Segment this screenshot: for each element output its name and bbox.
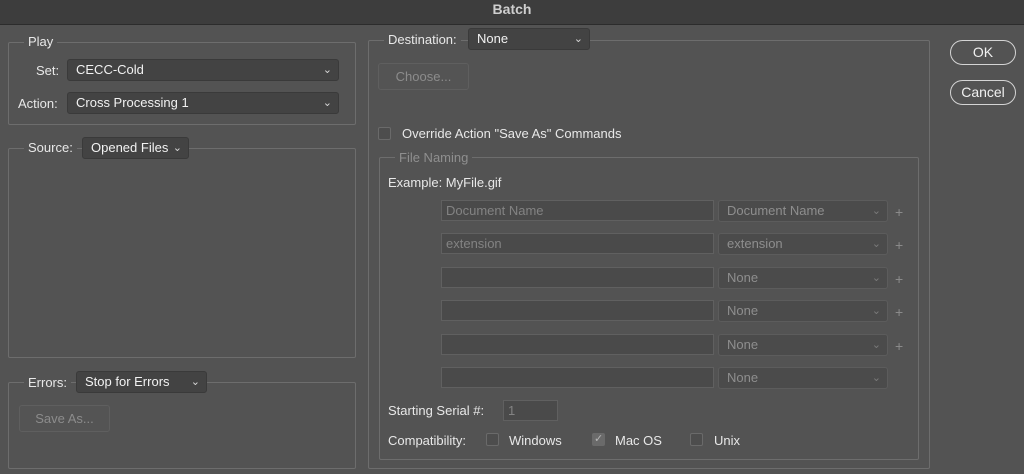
- ok-button[interactable]: OK: [950, 40, 1016, 65]
- plus-icon[interactable]: +: [895, 305, 903, 319]
- plus-icon[interactable]: +: [895, 339, 903, 353]
- chevron-down-icon: ⌄: [871, 372, 881, 384]
- play-legend: Play: [24, 34, 58, 49]
- naming-select-2-value: extension: [727, 236, 783, 251]
- naming-field-5[interactable]: [441, 334, 714, 355]
- save-as-button[interactable]: Save As...: [19, 405, 110, 432]
- destination-dropdown[interactable]: None ⌄: [468, 28, 590, 50]
- action-label: Action:: [18, 96, 58, 111]
- windows-label: Windows: [509, 433, 562, 448]
- set-label: Set:: [36, 63, 60, 78]
- compatibility-label: Compatibility:: [388, 433, 467, 448]
- macos-checkbox[interactable]: [592, 432, 605, 446]
- naming-field-6[interactable]: [441, 367, 714, 388]
- set-dropdown[interactable]: CECC-Cold ⌄: [67, 59, 339, 81]
- chevron-down-icon: ⌄: [322, 64, 332, 76]
- macos-label: Mac OS: [615, 433, 662, 448]
- serial-input[interactable]: 1: [503, 400, 558, 421]
- naming-select-4[interactable]: None ⌄: [718, 300, 888, 322]
- action-dropdown-value: Cross Processing 1: [76, 95, 189, 110]
- choose-button[interactable]: Choose...: [378, 63, 469, 90]
- chevron-down-icon: ⌄: [322, 97, 332, 109]
- plus-icon[interactable]: +: [895, 238, 903, 252]
- chevron-down-icon: ⌄: [871, 238, 881, 250]
- naming-field-2[interactable]: extension: [441, 233, 714, 254]
- source-dropdown-value: Opened Files: [91, 140, 169, 155]
- unix-label: Unix: [714, 433, 741, 448]
- window-title: Batch: [492, 1, 532, 17]
- source-label: Source:: [24, 140, 77, 155]
- naming-select-6-value: None: [727, 370, 759, 385]
- naming-select-5-value: None: [727, 337, 759, 352]
- chevron-down-icon: ⌄: [871, 272, 881, 284]
- naming-select-3-value: None: [727, 270, 759, 285]
- naming-select-6[interactable]: None ⌄: [718, 367, 888, 389]
- errors-label: Errors:: [24, 375, 71, 390]
- chevron-down-icon: ⌄: [172, 142, 182, 154]
- file-naming-example: Example: MyFile.gif: [388, 175, 502, 190]
- override-checkbox[interactable]: [378, 127, 391, 140]
- naming-field-4[interactable]: [441, 300, 714, 321]
- action-dropdown[interactable]: Cross Processing 1 ⌄: [67, 92, 339, 114]
- naming-field-3[interactable]: [441, 267, 714, 288]
- naming-select-2[interactable]: extension ⌄: [718, 233, 888, 255]
- chevron-down-icon: ⌄: [871, 305, 881, 317]
- naming-select-1[interactable]: Document Name ⌄: [718, 200, 888, 222]
- naming-field-1[interactable]: Document Name: [441, 200, 714, 221]
- title-bar: Batch: [0, 0, 1024, 25]
- plus-icon[interactable]: +: [895, 272, 903, 286]
- errors-dropdown-value: Stop for Errors: [85, 374, 170, 389]
- chevron-down-icon: ⌄: [871, 339, 881, 351]
- source-dropdown[interactable]: Opened Files ⌄: [82, 137, 189, 159]
- naming-select-1-value: Document Name: [727, 203, 825, 218]
- unix-checkbox[interactable]: [690, 433, 703, 446]
- cancel-button[interactable]: Cancel: [950, 80, 1016, 105]
- naming-select-5[interactable]: None ⌄: [718, 334, 888, 356]
- errors-dropdown[interactable]: Stop for Errors ⌄: [76, 371, 207, 393]
- serial-label: Starting Serial #:: [388, 403, 485, 418]
- override-label: Override Action "Save As" Commands: [402, 126, 622, 141]
- chevron-down-icon: ⌄: [573, 33, 583, 45]
- chevron-down-icon: ⌄: [190, 376, 200, 388]
- file-naming-legend: File Naming: [395, 150, 473, 165]
- windows-checkbox[interactable]: [486, 433, 499, 446]
- source-group: [8, 148, 356, 358]
- chevron-down-icon: ⌄: [871, 205, 881, 217]
- destination-dropdown-value: None: [477, 31, 509, 46]
- plus-icon[interactable]: +: [895, 205, 903, 219]
- naming-select-4-value: None: [727, 303, 759, 318]
- destination-label: Destination:: [384, 32, 461, 47]
- set-dropdown-value: CECC-Cold: [76, 62, 144, 77]
- naming-select-3[interactable]: None ⌄: [718, 267, 888, 289]
